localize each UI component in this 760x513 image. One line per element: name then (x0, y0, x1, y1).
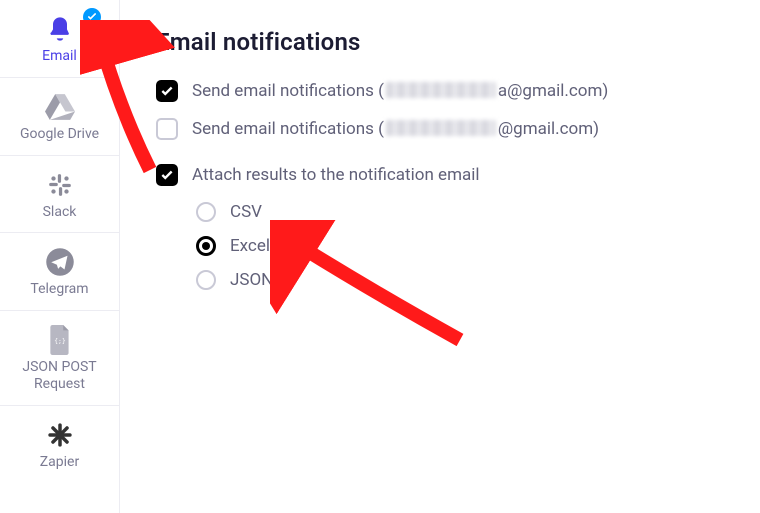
attach-row: Attach results to the notification email (156, 164, 724, 186)
format-row-csv: CSV (196, 202, 724, 222)
sidebar-item-label: Google Drive (4, 126, 115, 143)
sidebar-item-google-drive[interactable]: Google Drive (0, 77, 119, 155)
sidebar-item-label: JSON POST Request (4, 359, 115, 393)
page-title: Email notifications (156, 28, 724, 56)
sidebar-item-zapier[interactable]: Zapier (0, 405, 119, 483)
notify-label-2: Send email notifications (@gmail.com) (192, 119, 599, 139)
json-post-icon: {;} (47, 325, 73, 359)
telegram-icon (45, 247, 75, 281)
format-row-json: JSON (196, 270, 724, 290)
attach-label: Attach results to the notification email (192, 165, 480, 185)
svg-text:{;}: {;} (54, 337, 66, 345)
sidebar-item-label: Zapier (4, 454, 115, 471)
sidebar-item-json-post[interactable]: {;} JSON POST Request (0, 310, 119, 405)
slack-icon (47, 172, 73, 202)
redacted-email (386, 82, 496, 98)
notify-row-1: Send email notifications (a@gmail.com) (156, 80, 724, 102)
app-root: Email Google Drive Slack (0, 0, 760, 513)
settings-panel: Email notifications Send email notificat… (120, 0, 760, 513)
zapier-icon (46, 421, 74, 453)
sidebar-item-label: Email (4, 48, 115, 65)
notify-checkbox-2[interactable] (156, 118, 178, 140)
format-radio-csv[interactable] (196, 202, 216, 222)
attach-checkbox[interactable] (156, 164, 178, 186)
format-radio-excel[interactable] (196, 236, 216, 256)
format-label-excel: Excel (230, 236, 270, 256)
notify-checkbox-1[interactable] (156, 80, 178, 102)
sidebar-item-email[interactable]: Email (0, 0, 119, 77)
google-drive-icon (45, 94, 75, 124)
sidebar-item-label: Telegram (4, 281, 115, 298)
format-radio-json[interactable] (196, 270, 216, 290)
notify-label-1: Send email notifications (a@gmail.com) (192, 81, 608, 101)
sidebar-item-label: Slack (4, 204, 115, 221)
enabled-badge (83, 8, 101, 26)
notify-row-2: Send email notifications (@gmail.com) (156, 118, 724, 140)
format-label-json: JSON (230, 270, 273, 290)
bell-icon (46, 15, 74, 47)
format-row-excel: Excel (196, 236, 724, 256)
sidebar-item-slack[interactable]: Slack (0, 155, 119, 233)
redacted-email (386, 120, 496, 136)
integrations-sidebar: Email Google Drive Slack (0, 0, 120, 513)
format-label-csv: CSV (230, 202, 262, 222)
sidebar-item-telegram[interactable]: Telegram (0, 232, 119, 310)
